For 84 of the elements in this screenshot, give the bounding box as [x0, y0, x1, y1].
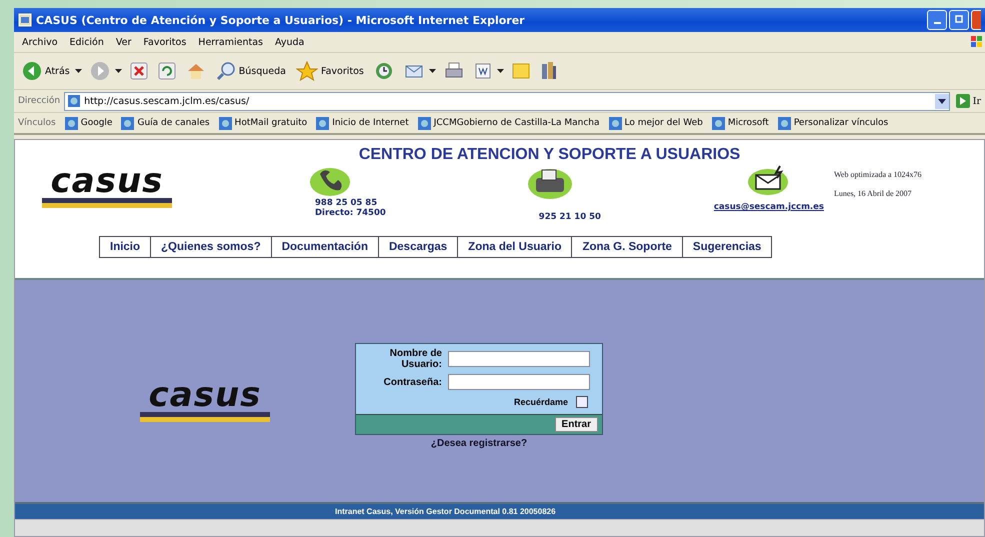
password-label: Contraseña:: [382, 376, 442, 388]
menu-item[interactable]: Ayuda: [275, 36, 304, 48]
page-heading: CENTRO DE ATENCION Y SOPORTE A USUARIOS: [358, 146, 740, 164]
minimize-button[interactable]: [927, 10, 947, 30]
dropdown-button[interactable]: [934, 94, 949, 108]
page-icon: [418, 116, 431, 130]
nav-link[interactable]: Descargas: [378, 237, 458, 257]
menu-item[interactable]: Favoritos: [143, 36, 186, 48]
nav-link[interactable]: Documentación: [272, 237, 379, 257]
version-text: Intranet Casus, Versión Gestor Documental 0.81 20050826: [335, 507, 556, 516]
link-item[interactable]: JCCMGobierno de Castilla-La Mancha: [418, 116, 600, 130]
username-field[interactable]: [448, 351, 590, 367]
address-field[interactable]: http://casus.sescam.jclm.es/casus/: [64, 92, 950, 110]
casus-logo: casus: [135, 378, 275, 422]
window-title: CASUS (Centro de Atención y Soporte a Usuarios) - Microsoft Internet Explorer: [36, 14, 526, 26]
search-button[interactable]: Búsqueda: [214, 59, 288, 83]
menu-item[interactable]: Edición: [70, 36, 104, 48]
link-item[interactable]: Google: [64, 116, 112, 130]
star-icon: [296, 61, 318, 81]
page-icon: [121, 116, 134, 130]
page-icon: [67, 94, 82, 108]
nav-link[interactable]: Zona G. Soporte: [572, 237, 683, 257]
nav-link[interactable]: Sugerencias: [682, 237, 772, 257]
page-icon: [778, 116, 791, 130]
printer-icon: [444, 62, 464, 80]
link-item[interactable]: Lo mejor del Web: [608, 116, 703, 130]
back-icon: [22, 61, 42, 81]
forward-icon: [90, 61, 110, 81]
windows-logo-icon: [971, 34, 983, 50]
stop-button[interactable]: [128, 60, 150, 82]
go-button[interactable]: Ir: [954, 94, 985, 108]
minimize-icon: [934, 22, 940, 24]
remember-label: Recuérdame: [514, 397, 568, 407]
page-icon: [608, 116, 622, 130]
page-icon: [316, 116, 330, 130]
link-item[interactable]: Personalizar vínculos: [778, 116, 888, 130]
phone-number: 988 25 05 85: [315, 198, 378, 208]
document-icon: [474, 62, 492, 80]
remember-checkbox[interactable]: [576, 396, 588, 408]
caret-icon[interactable]: [496, 69, 504, 73]
page-icon: [712, 116, 725, 130]
links-label: Vínculos: [18, 118, 56, 128]
menu-item[interactable]: Ver: [116, 36, 132, 48]
caret-icon[interactable]: [114, 69, 122, 73]
books-icon: [540, 61, 558, 81]
casus-logo: casus: [37, 164, 177, 208]
back-button[interactable]: Atrás: [20, 59, 72, 83]
caret-icon[interactable]: [74, 69, 82, 73]
home-icon: [186, 62, 206, 80]
favorites-button[interactable]: Favoritos: [294, 59, 366, 83]
search-icon: [216, 61, 236, 81]
address-label: Dirección: [18, 96, 60, 106]
stop-icon: [130, 62, 148, 80]
maximize-icon: [954, 15, 964, 25]
play-icon: [956, 94, 970, 108]
password-field[interactable]: [448, 374, 590, 390]
link-item[interactable]: HotMail gratuito: [218, 116, 308, 130]
close-button[interactable]: [971, 10, 981, 30]
nav-link[interactable]: Inicio: [100, 237, 152, 257]
phone-extension: Directo: 74500: [315, 208, 386, 218]
menu-item[interactable]: Archivo: [22, 36, 58, 48]
login-button[interactable]: Entrar: [554, 417, 598, 432]
note-icon: [512, 62, 530, 80]
date-text: Lunes, 16 Abril de 2007: [834, 189, 913, 198]
refresh-icon: [158, 62, 176, 80]
nav-link[interactable]: Zona del Usuario: [458, 237, 572, 257]
username-label: Nombre de Usuario:: [388, 348, 442, 370]
clock-icon: [374, 61, 394, 81]
resolution-note: Web optimizada a 1024x76: [834, 170, 923, 179]
caret-icon: [938, 98, 946, 104]
page-icon: [218, 116, 232, 130]
refresh-button[interactable]: [156, 60, 178, 82]
register-link[interactable]: ¿Desea registrarse?: [430, 438, 528, 449]
link-item[interactable]: Inicio de Internet: [316, 116, 409, 130]
browser-icon: [18, 13, 32, 27]
caret-icon[interactable]: [428, 69, 436, 73]
fax-number: 925 21 10 50: [538, 212, 601, 222]
maximize-button[interactable]: [949, 10, 969, 30]
menu-item[interactable]: Herramientas: [198, 36, 264, 48]
email-link[interactable]: casus@sescam.jccm.es: [714, 202, 824, 212]
page-icon: [64, 116, 78, 130]
link-item[interactable]: Microsoft: [712, 116, 769, 130]
link-item[interactable]: Guía de canales: [121, 116, 210, 130]
nav-link[interactable]: ¿Quienes somos?: [151, 237, 272, 257]
